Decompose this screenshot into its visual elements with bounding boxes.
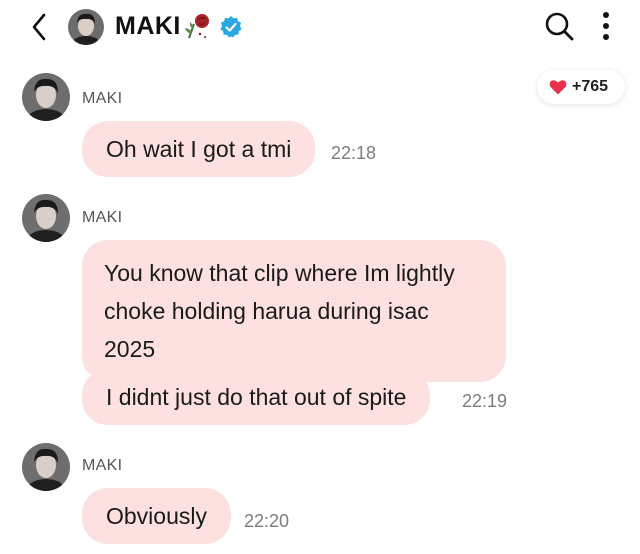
verified-badge-icon xyxy=(220,16,242,38)
likes-badge[interactable]: +765 xyxy=(537,70,625,104)
message-bubble[interactable]: Oh wait I got a tmi xyxy=(82,121,316,177)
heart-icon xyxy=(549,80,567,95)
search-icon[interactable] xyxy=(543,10,575,42)
sender-name: MAKI xyxy=(82,90,123,107)
avatar[interactable] xyxy=(22,73,70,121)
rose-icon xyxy=(185,14,209,39)
message-bubble[interactable]: Obviously xyxy=(82,488,231,544)
sender-name: MAKI xyxy=(82,209,123,226)
chat-header: MAKI xyxy=(0,0,640,58)
more-vertical-icon[interactable] xyxy=(598,10,614,42)
message-time: 22:18 xyxy=(331,143,377,163)
likes-count: +765 xyxy=(572,78,609,95)
header-avatar[interactable] xyxy=(68,9,104,45)
contact-name[interactable]: MAKI xyxy=(115,12,181,41)
sender-name: MAKI xyxy=(82,457,123,474)
chevron-left-icon[interactable] xyxy=(26,11,54,43)
message-time: 22:20 xyxy=(244,511,290,531)
message-bubble[interactable]: I didnt just do that out of spite xyxy=(82,369,431,425)
avatar[interactable] xyxy=(22,194,70,242)
avatar[interactable] xyxy=(22,443,70,491)
message-bubble[interactable]: You know that clip where Im lightly chok… xyxy=(82,240,506,382)
message-time: 22:19 xyxy=(462,391,508,411)
